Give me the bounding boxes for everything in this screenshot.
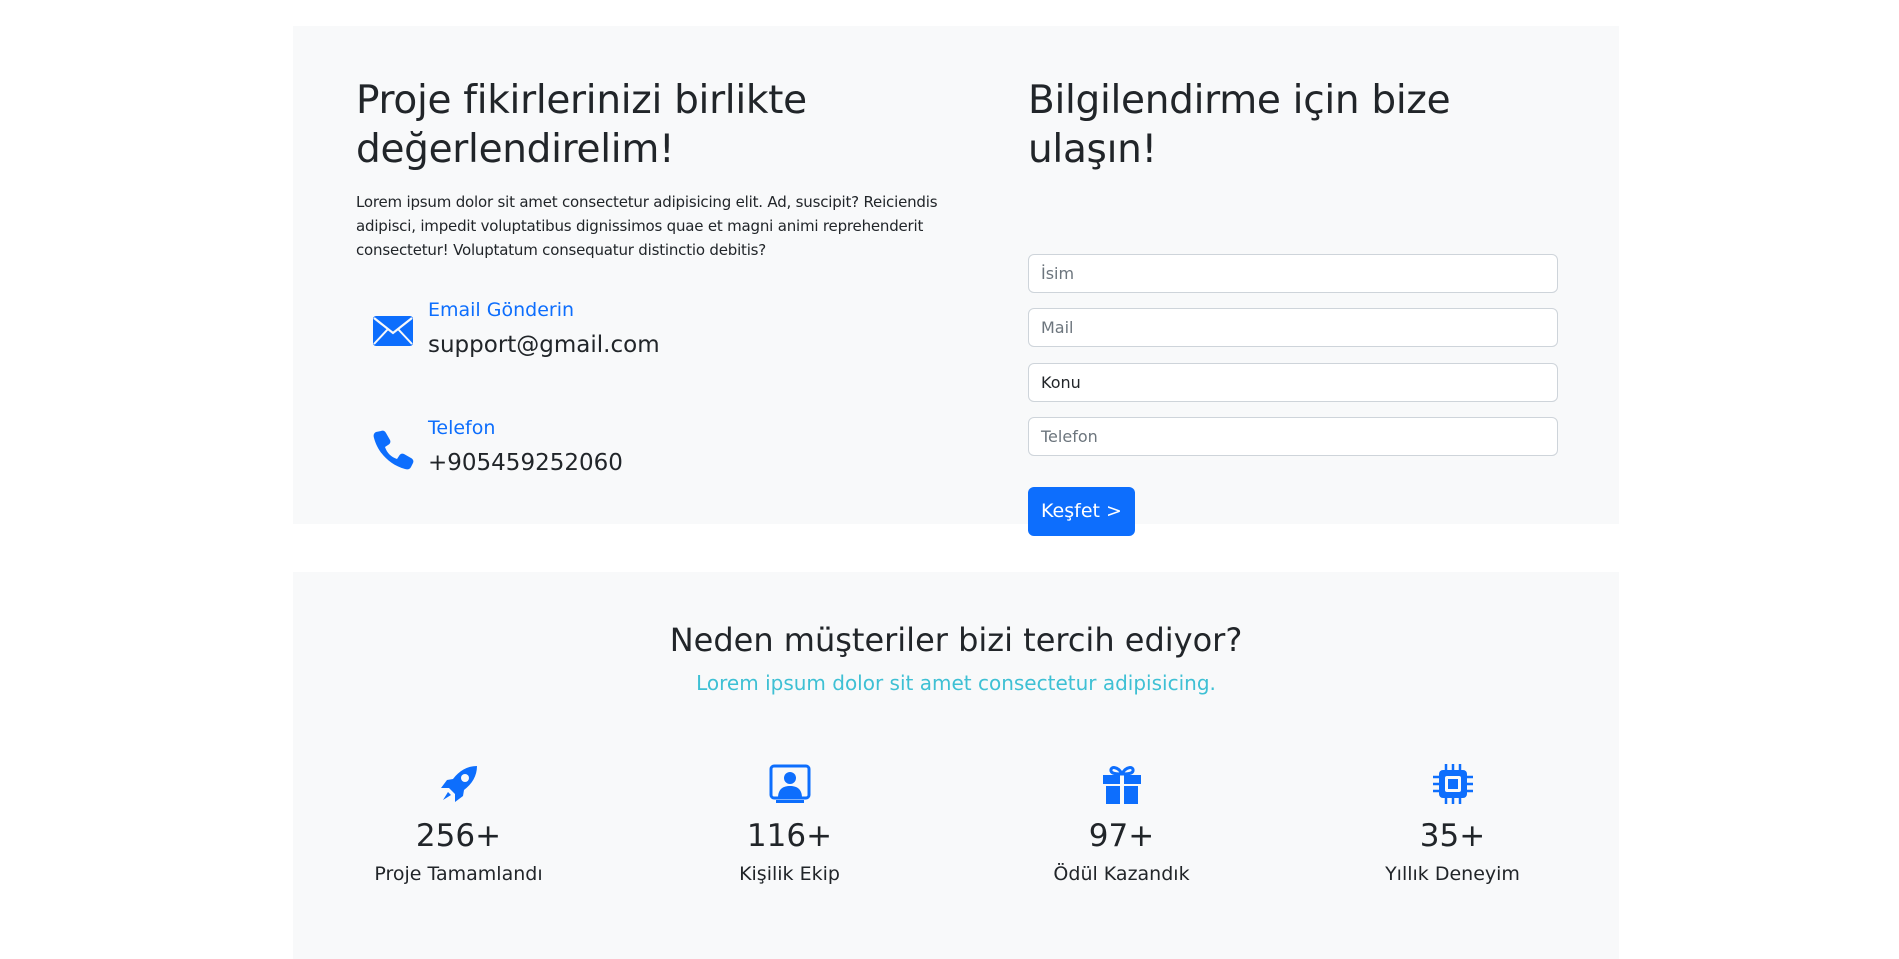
- subject-input[interactable]: Konu: [1028, 363, 1558, 402]
- gift-icon: [1102, 766, 1141, 804]
- stat-label: Ödül Kazandık: [1053, 863, 1190, 885]
- stat-number: 256+: [415, 818, 502, 854]
- stat-label: Kişilik Ekip: [739, 863, 840, 885]
- phone-input[interactable]: Telefon: [1028, 417, 1558, 456]
- mail-input[interactable]: Mail: [1028, 308, 1558, 347]
- phone-label: Telefon: [428, 417, 496, 439]
- stats-section: Neden müşteriler bizi tercih ediyor? Lor…: [293, 572, 1619, 959]
- cpu-icon: [1432, 764, 1473, 804]
- person-video-icon: [769, 764, 810, 803]
- stat-number: 97+: [1088, 818, 1155, 854]
- phone-value[interactable]: +905459252060: [428, 448, 623, 478]
- stat-number: 35+: [1419, 818, 1486, 854]
- contact-description: Lorem ipsum dolor sit amet consectetur a…: [356, 193, 938, 259]
- stats-subtitle: Lorem ipsum dolor sit amet consectetur a…: [696, 671, 1216, 695]
- stat-item: 35+ Yıllık Deneyim: [1287, 762, 1618, 902]
- envelope-icon: [373, 316, 413, 346]
- name-input[interactable]: İsim: [1028, 254, 1558, 293]
- contact-section: Proje fikirlerinizi birlikte değerlendir…: [293, 26, 1619, 536]
- stats-title: Neden müşteriler bizi tercih ediyor?: [669, 621, 1243, 659]
- email-info: Email Gönderin support@gmail.com: [372, 298, 772, 368]
- submit-button[interactable]: Keşfet >: [1028, 487, 1135, 536]
- phone-icon: [373, 430, 414, 470]
- stat-item: 97+ Ödül Kazandık: [956, 762, 1287, 902]
- contact-info: Proje fikirlerinizi birlikte değerlendir…: [356, 76, 986, 262]
- contact-form: Bilgilendirme için bize ulaşın! İsim Mai…: [1028, 76, 1558, 536]
- rocket-icon: [440, 766, 477, 802]
- contact-title: Proje fikirlerinizi birlikte değerlendir…: [356, 78, 807, 172]
- email-value[interactable]: support@gmail.com: [428, 330, 660, 360]
- form-title: Bilgilendirme için bize ulaşın!: [1028, 78, 1451, 172]
- stat-label: Proje Tamamlandı: [374, 863, 543, 885]
- email-label: Email Gönderin: [428, 299, 575, 321]
- stat-item: 116+ Kişilik Ekip: [624, 762, 955, 902]
- stat-label: Yıllık Deneyim: [1385, 863, 1520, 885]
- stat-item: 256+ Proje Tamamlandı: [293, 762, 624, 902]
- phone-info: Telefon +905459252060: [372, 416, 772, 486]
- stat-number: 116+: [746, 818, 833, 854]
